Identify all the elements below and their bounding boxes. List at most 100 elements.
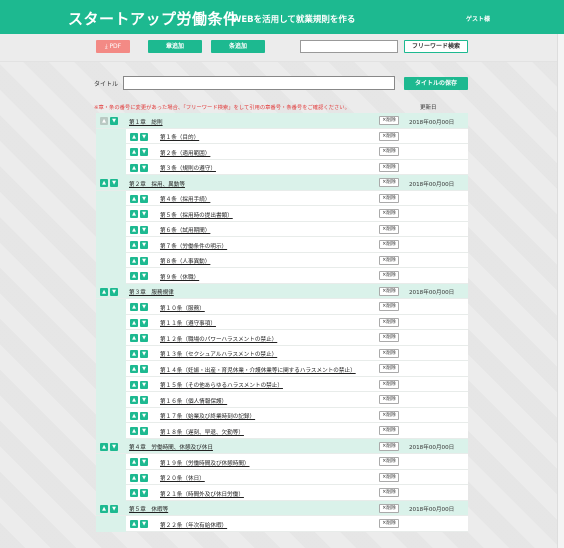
move-down-icon[interactable]: ▼ <box>140 349 148 358</box>
delete-button[interactable]: ×削除 <box>379 519 399 528</box>
delete-button[interactable]: ×削除 <box>379 488 399 497</box>
move-up-icon[interactable]: ▲ <box>130 365 138 373</box>
move-down-icon[interactable]: ▼ <box>140 241 148 249</box>
move-down-icon[interactable]: ▼ <box>140 272 148 280</box>
article-title-link[interactable]: 第１９条（労働時間及び休憩時間） <box>160 459 250 467</box>
move-down-icon[interactable]: ▼ <box>140 427 148 435</box>
delete-button[interactable]: ×削除 <box>379 178 399 187</box>
article-title-link[interactable]: 第１１条（遵守事項） <box>160 319 216 327</box>
article-title-link[interactable]: 第６条（試用期間） <box>160 226 210 234</box>
delete-button[interactable]: ×削除 <box>379 224 399 234</box>
move-up-icon[interactable]: ▲ <box>130 473 138 482</box>
move-up-icon[interactable]: ▲ <box>130 458 138 466</box>
move-down-icon[interactable]: ▼ <box>110 287 118 296</box>
move-up-icon[interactable]: ▲ <box>100 117 108 125</box>
title-input[interactable] <box>123 76 395 90</box>
delete-button[interactable]: ×削除 <box>379 472 399 482</box>
article-title-link[interactable]: 第１６条（個人情報保護） <box>160 397 227 405</box>
move-up-icon[interactable]: ▲ <box>130 194 138 203</box>
delete-button[interactable]: ×削除 <box>379 426 399 435</box>
move-down-icon[interactable]: ▼ <box>140 334 148 342</box>
delete-button[interactable]: ×削除 <box>379 255 399 265</box>
move-down-icon[interactable]: ▼ <box>110 179 118 187</box>
move-down-icon[interactable]: ▼ <box>140 520 148 528</box>
delete-button[interactable]: ×削除 <box>379 271 399 280</box>
move-down-icon[interactable]: ▼ <box>140 194 148 203</box>
delete-button[interactable]: ×削除 <box>379 193 399 203</box>
move-down-icon[interactable]: ▼ <box>140 458 148 466</box>
move-up-icon[interactable]: ▲ <box>130 318 138 327</box>
move-up-icon[interactable]: ▲ <box>130 132 138 141</box>
move-down-icon[interactable]: ▼ <box>140 489 148 497</box>
move-down-icon[interactable]: ▼ <box>140 225 148 234</box>
free-word-search-button[interactable]: フリーワード検索 <box>404 40 468 53</box>
move-up-icon[interactable]: ▲ <box>130 334 138 342</box>
chapter-title-link[interactable]: 第５章 休暇等 <box>129 505 168 513</box>
delete-button[interactable]: ×削除 <box>379 395 399 404</box>
delete-button[interactable]: ×削除 <box>379 317 399 327</box>
move-down-icon[interactable]: ▼ <box>140 163 148 172</box>
move-down-icon[interactable]: ▼ <box>140 132 148 141</box>
article-title-link[interactable]: 第１４条（妊娠・出産・育児休業・介護休業等に関するハラスメントの禁止） <box>160 366 356 374</box>
move-up-icon[interactable]: ▲ <box>130 349 138 358</box>
article-title-link[interactable]: 第２１条（時間外及び休日労働） <box>160 490 244 498</box>
article-title-link[interactable]: 第１５条（その他あらゆるハラスメントの禁止） <box>160 381 283 389</box>
delete-button[interactable]: ×削除 <box>379 116 399 125</box>
delete-button[interactable]: ×削除 <box>379 410 399 420</box>
move-down-icon[interactable]: ▼ <box>110 504 118 513</box>
move-up-icon[interactable]: ▲ <box>130 489 138 497</box>
move-up-icon[interactable]: ▲ <box>130 148 138 156</box>
article-title-link[interactable]: 第１０条（服務） <box>160 304 205 312</box>
delete-button[interactable]: ×削除 <box>379 209 399 218</box>
delete-button[interactable]: ×削除 <box>379 286 399 296</box>
delete-button[interactable]: ×削除 <box>379 162 399 172</box>
chapter-title-link[interactable]: 第２章 採用、異動等 <box>129 180 185 188</box>
move-down-icon[interactable]: ▼ <box>110 117 118 125</box>
delete-button[interactable]: ×削除 <box>379 131 399 141</box>
article-title-link[interactable]: 第５条（採用時の提出書類） <box>160 211 233 219</box>
delete-button[interactable]: ×削除 <box>379 147 399 156</box>
delete-button[interactable]: ×削除 <box>379 364 399 373</box>
move-up-icon[interactable]: ▲ <box>130 241 138 249</box>
add-article-button[interactable]: 条追加 <box>211 40 265 53</box>
move-down-icon[interactable]: ▼ <box>140 318 148 327</box>
move-up-icon[interactable]: ▲ <box>130 396 138 404</box>
article-title-link[interactable]: 第２０条（休日） <box>160 474 205 482</box>
move-down-icon[interactable]: ▼ <box>140 396 148 404</box>
delete-button[interactable]: ×削除 <box>379 457 399 466</box>
article-title-link[interactable]: 第９条（休職） <box>160 273 199 281</box>
move-down-icon[interactable]: ▼ <box>140 473 148 482</box>
move-up-icon[interactable]: ▲ <box>130 411 138 420</box>
delete-button[interactable]: ×削除 <box>379 503 399 513</box>
delete-button[interactable]: ×削除 <box>379 240 399 249</box>
move-up-icon[interactable]: ▲ <box>130 225 138 234</box>
article-title-link[interactable]: 第１２条（職場のパワーハラスメントの禁止） <box>160 335 277 343</box>
article-title-link[interactable]: 第２条（適用範囲） <box>160 149 210 157</box>
move-up-icon[interactable]: ▲ <box>100 287 108 296</box>
move-down-icon[interactable]: ▼ <box>140 210 148 218</box>
move-up-icon[interactable]: ▲ <box>130 210 138 218</box>
move-up-icon[interactable]: ▲ <box>130 272 138 280</box>
article-title-link[interactable]: 第３条（規則の遵守） <box>160 164 216 172</box>
move-down-icon[interactable]: ▼ <box>140 411 148 420</box>
article-title-link[interactable]: 第２２条（年次有給休暇） <box>160 521 227 529</box>
article-title-link[interactable]: 第１８条（遅刻、早退、欠勤等） <box>160 428 244 436</box>
add-chapter-button[interactable]: 章追加 <box>148 40 202 53</box>
move-up-icon[interactable]: ▲ <box>130 163 138 172</box>
scrollbar[interactable] <box>557 34 564 548</box>
save-title-button[interactable]: タイトルの保存 <box>404 77 468 90</box>
article-title-link[interactable]: 第１３条（セクシュアルハラスメントの禁止） <box>160 350 277 358</box>
article-title-link[interactable]: 第４条（採用手続） <box>160 195 210 203</box>
move-up-icon[interactable]: ▲ <box>130 380 138 389</box>
search-input[interactable] <box>300 40 398 53</box>
article-title-link[interactable]: 第１条（目的） <box>160 133 199 141</box>
pdf-button[interactable]: ⤓ PDF <box>96 40 130 53</box>
article-title-link[interactable]: 第１７条（始業及び終業時刻の記録） <box>160 412 255 420</box>
user-label[interactable]: ゲスト様 <box>466 14 490 23</box>
move-down-icon[interactable]: ▼ <box>140 256 148 265</box>
delete-button[interactable]: ×削除 <box>379 302 399 311</box>
article-title-link[interactable]: 第８条（人事異動） <box>160 257 210 265</box>
delete-button[interactable]: ×削除 <box>379 333 399 342</box>
article-title-link[interactable]: 第７条（労働条件の明示） <box>160 242 227 250</box>
move-up-icon[interactable]: ▲ <box>130 520 138 528</box>
